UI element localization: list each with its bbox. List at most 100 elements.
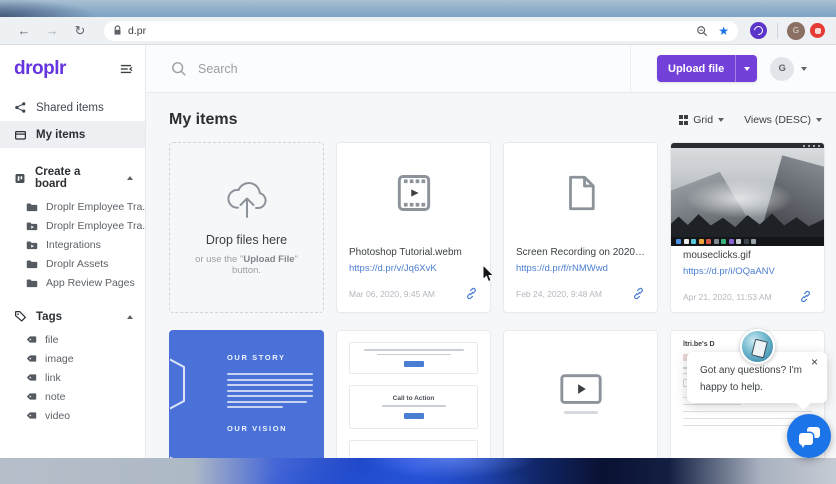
upload-file-label: Upload file	[668, 62, 725, 75]
topbar-actions: Upload file G	[630, 45, 836, 92]
lock-icon	[113, 25, 122, 36]
folder-icon	[26, 240, 38, 249]
tag-item-label: link	[45, 371, 61, 384]
sidebar-item-my-items[interactable]: My items	[0, 121, 145, 148]
account-menu[interactable]: G	[770, 56, 808, 81]
browser-profile-avatar[interactable]: G	[787, 21, 805, 40]
extension-row: G	[744, 21, 828, 40]
sidebar-item-label: My items	[36, 128, 86, 141]
file-link[interactable]: https://d.pr/f/rNMWwd	[516, 263, 645, 274]
sidebar: droplr Shared items My items Create a bo…	[0, 45, 151, 458]
dropzone-card[interactable]: Drop files here or use the "Upload File"…	[169, 142, 324, 313]
chat-launcher-button[interactable]	[787, 414, 831, 458]
close-icon[interactable]: ×	[811, 355, 818, 369]
file-title: Screen Recording on 2020-02-21 at ...	[516, 247, 645, 258]
mini-button	[403, 412, 424, 419]
search-input[interactable]	[198, 61, 498, 76]
board-item[interactable]: Integrations	[0, 235, 145, 254]
sidebar-collapse-icon[interactable]	[119, 63, 133, 75]
copy-link-icon[interactable]	[799, 290, 812, 303]
tag-item[interactable]: link	[0, 368, 145, 387]
file-title: Photoshop Tutorial.webm	[349, 247, 462, 258]
file-card[interactable]: mouseclicks.gif https://d.pr/i/OQaANV Ap…	[670, 142, 825, 313]
tag-item[interactable]: video	[0, 406, 145, 425]
tag-icon	[15, 311, 27, 322]
desktop-wallpaper-top	[0, 0, 836, 17]
grid-view-dropdown[interactable]: Grid	[678, 114, 725, 126]
forward-button[interactable]: →	[42, 21, 62, 41]
dropzone-title: Drop files here	[205, 233, 288, 247]
tags-header[interactable]: Tags	[0, 302, 145, 330]
reload-button[interactable]: ↻	[70, 21, 90, 41]
dropzone-subtitle: or use the "Upload File" button.	[195, 254, 298, 276]
folder-icon	[26, 221, 38, 230]
tag-item[interactable]: image	[0, 349, 145, 368]
copy-link-icon[interactable]	[632, 287, 645, 300]
gif-thumbnail	[671, 143, 824, 246]
section-header-label: Create a board	[34, 166, 81, 190]
mini-button	[403, 361, 424, 367]
monitor-stand	[563, 410, 598, 414]
slide-preview-card[interactable]: OUR STORY OUR VISION	[169, 330, 324, 458]
file-date: Feb 24, 2020, 9:48 AM	[516, 288, 603, 299]
document-preview-card[interactable]: Call to Action	[336, 330, 491, 458]
upload-file-button[interactable]: Upload file	[657, 55, 758, 82]
slide-heading: OUR VISION	[227, 424, 288, 433]
toolbar-divider	[777, 22, 778, 39]
content-area: My items Grid Views (DESC) Drop files he…	[146, 93, 836, 458]
search-region	[146, 45, 630, 92]
search-icon	[172, 61, 186, 76]
file-link[interactable]: https://d.pr/i/OQaANV	[683, 266, 812, 277]
tag-item-label: video	[45, 409, 71, 422]
zoom-indicator-icon[interactable]	[696, 25, 708, 37]
slide-heading: OUR STORY	[227, 353, 286, 362]
file-card[interactable]: Screen Recording on 2020-02-21 at ... ht…	[503, 142, 658, 313]
chevron-down-icon	[743, 66, 750, 71]
preview-section: Call to Action	[349, 385, 478, 429]
board-item-label: Droplr Employee Tra...	[46, 200, 152, 213]
file-link[interactable]: https://d.pr/v/Jq6XvK	[349, 263, 478, 274]
file-date: Mar 06, 2020, 9:45 AM	[349, 288, 435, 299]
page-title: My items	[169, 111, 238, 128]
share-icon	[15, 102, 26, 113]
droplr-logo[interactable]: droplr	[14, 58, 66, 80]
sidebar-item-label: Shared items	[36, 101, 104, 114]
record-extension-icon[interactable]	[810, 23, 825, 38]
sidebar-item-shared-items[interactable]: Shared items	[0, 94, 145, 121]
chevron-down-icon	[801, 66, 808, 71]
tag-item[interactable]: note	[0, 387, 145, 406]
back-button[interactable]: ←	[14, 21, 34, 41]
board-item[interactable]: App Review Pages	[0, 273, 145, 292]
board-item-label: Droplr Employee Tra...	[46, 219, 152, 232]
upload-dropdown-button[interactable]	[736, 55, 757, 82]
back-icon: ←	[17, 23, 31, 38]
droplr-extension-icon[interactable]	[750, 22, 767, 39]
folder-icon	[26, 278, 38, 287]
url-text: d.pr	[128, 24, 147, 37]
board-item[interactable]: Droplr Employee Tra...	[0, 197, 151, 216]
bookmark-star-icon[interactable]: ★	[718, 24, 729, 38]
chat-agent-avatar[interactable]	[740, 329, 775, 364]
forward-icon: →	[45, 23, 59, 38]
screen: ← → ↻ d.pr ★ G droplr Shared items My it…	[0, 0, 836, 484]
board-item-label: Integrations	[46, 238, 101, 251]
recording-preview-card[interactable]	[503, 330, 658, 458]
cloud-upload-icon	[226, 182, 267, 218]
monitor-play-icon	[559, 373, 602, 404]
chevron-down-icon	[816, 118, 822, 122]
copy-link-icon[interactable]	[465, 287, 478, 300]
file-title: mouseclicks.gif	[683, 250, 751, 261]
tag-item[interactable]: file	[0, 330, 145, 349]
create-a-board-header[interactable]: Create a board	[0, 158, 145, 197]
app-topbar: Upload file G	[146, 45, 836, 93]
items-grid: Drop files here or use the "Upload File"…	[169, 142, 825, 458]
chevron-down-icon	[718, 118, 725, 122]
preview-section	[349, 342, 478, 374]
address-bar[interactable]: d.pr ★	[104, 20, 738, 41]
board-item[interactable]: Droplr Assets	[0, 254, 145, 273]
board-item-label: Droplr Assets	[46, 257, 109, 270]
sort-dropdown[interactable]: Views (DESC)	[744, 114, 822, 126]
file-card[interactable]: Photoshop Tutorial.webm https://d.pr/v/J…	[336, 142, 491, 313]
board-item[interactable]: Droplr Employee Tra...	[0, 216, 151, 235]
tag-item-icon	[26, 393, 37, 400]
